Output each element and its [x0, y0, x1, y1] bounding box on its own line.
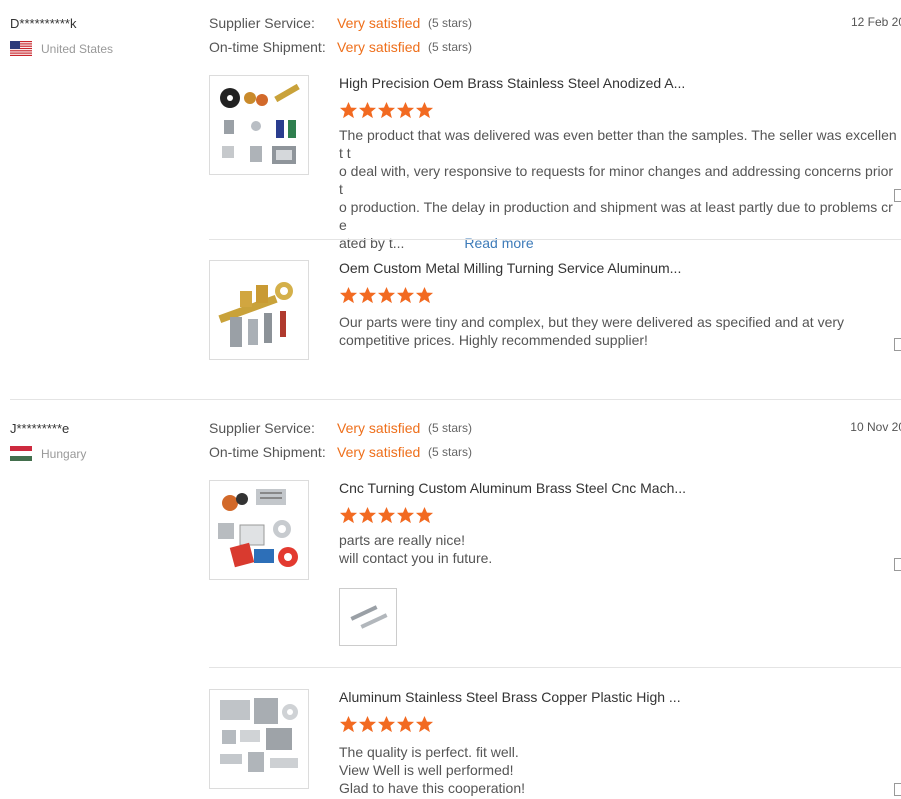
read-more-link[interactable]: Read more — [464, 235, 533, 251]
star-icon — [339, 506, 358, 524]
star-icon — [377, 506, 396, 524]
star-icon — [415, 101, 434, 119]
product-review: High Precision Oem Brass Stainless Steel… — [209, 75, 901, 251]
review-text-line: competitive prices. Highly recommended s… — [339, 332, 648, 348]
reviewer-name: D**********k — [10, 16, 77, 31]
country-name: United States — [41, 41, 114, 56]
review-text-line: o production. The delay in production an… — [339, 199, 893, 233]
hungary-flag-icon — [10, 446, 32, 461]
star-icon — [396, 715, 415, 733]
review-text: Our parts were tiny and complex, but the… — [339, 313, 897, 349]
supplier-service-value: Very satisfied — [337, 15, 421, 31]
translate-icon[interactable] — [894, 189, 901, 202]
star-rating — [339, 286, 434, 305]
product-title-link[interactable]: Oem Custom Metal Milling Turning Service… — [339, 260, 681, 276]
star-icon — [377, 101, 396, 119]
star-icon — [396, 101, 415, 119]
supplier-service-value: Very satisfied — [337, 420, 421, 436]
star-icon — [377, 715, 396, 733]
us-flag-icon — [10, 41, 32, 56]
translate-icon[interactable] — [894, 558, 901, 571]
star-icon — [339, 101, 358, 119]
star-icon — [396, 506, 415, 524]
review-text: The product that was delivered was even … — [339, 126, 897, 252]
product-thumbnail[interactable] — [209, 689, 309, 789]
review-text-line: parts are really nice! — [339, 532, 466, 548]
translate-icon[interactable] — [894, 783, 901, 796]
review-text: parts are really nice! will contact you … — [339, 531, 897, 567]
translate-icon[interactable] — [894, 338, 901, 351]
star-icon — [358, 506, 377, 524]
review-date: 12 Feb 20 — [850, 15, 901, 29]
star-icon — [415, 506, 434, 524]
star-rating — [339, 101, 434, 120]
review-date: 10 Nov 20 — [850, 420, 901, 434]
product-review: Oem Custom Metal Milling Turning Service… — [209, 260, 901, 360]
reviewer-country: Hungary — [10, 446, 86, 461]
reviewer-country: United States — [10, 41, 113, 56]
supplier-service-label: Supplier Service: — [209, 15, 315, 31]
supplier-service-stars: (5 stars) — [428, 16, 473, 30]
star-icon — [358, 286, 377, 304]
shipment-label: On-time Shipment: — [209, 444, 326, 460]
star-icon — [339, 715, 358, 733]
supplier-service-stars: (5 stars) — [428, 421, 473, 435]
supplier-service-label: Supplier Service: — [209, 420, 315, 436]
review-divider — [10, 399, 901, 400]
review-text-line-end: ated by t... — [339, 235, 405, 251]
reviewer-name: J*********e — [10, 421, 70, 436]
review-text-line: Glad to have this cooperation! — [339, 780, 526, 796]
shipment-row: On-time Shipment: Very satisfied (5 star… — [209, 444, 472, 460]
star-icon — [358, 101, 377, 119]
star-icon — [358, 715, 377, 733]
product-title-link[interactable]: Cnc Turning Custom Aluminum Brass Steel … — [339, 480, 686, 496]
shipment-row: On-time Shipment: Very satisfied (5 star… — [209, 39, 472, 55]
product-divider — [209, 667, 901, 668]
star-icon — [415, 715, 434, 733]
review-text-line: ated by t... Read more — [339, 234, 897, 252]
review-text-line: Our parts were tiny and complex, but the… — [339, 314, 845, 330]
country-name: Hungary — [41, 446, 87, 461]
review-text-line: will contact you in future. — [339, 550, 493, 566]
product-thumbnail[interactable] — [209, 480, 309, 580]
shipment-label: On-time Shipment: — [209, 39, 326, 55]
shipment-value: Very satisfied — [337, 39, 421, 55]
product-title-link[interactable]: Aluminum Stainless Steel Brass Copper Pl… — [339, 689, 681, 705]
product-review: Aluminum Stainless Steel Brass Copper Pl… — [209, 689, 901, 799]
star-icon — [396, 286, 415, 304]
product-divider — [209, 239, 901, 240]
review-text-line: View Well is well performed! — [339, 762, 514, 778]
star-icon — [415, 286, 434, 304]
star-icon — [339, 286, 358, 304]
product-thumbnail[interactable] — [209, 75, 309, 175]
product-review: Cnc Turning Custom Aluminum Brass Steel … — [209, 480, 901, 650]
review-text-line: o deal with, very responsive to requests… — [339, 163, 894, 197]
supplier-service-row: Supplier Service: Very satisfied (5 star… — [209, 420, 472, 436]
review-text-line: The product that was delivered was even … — [339, 127, 897, 161]
supplier-service-row: Supplier Service: Very satisfied (5 star… — [209, 15, 472, 31]
review-text-line: The quality is perfect. fit well. — [339, 744, 519, 760]
shipment-stars: (5 stars) — [428, 40, 473, 54]
product-title-link[interactable]: High Precision Oem Brass Stainless Steel… — [339, 75, 685, 91]
star-rating — [339, 715, 434, 734]
shipment-value: Very satisfied — [337, 444, 421, 460]
product-thumbnail[interactable] — [209, 260, 309, 360]
review-photo-attachment[interactable] — [339, 588, 397, 646]
star-rating — [339, 506, 434, 525]
star-icon — [377, 286, 396, 304]
shipment-stars: (5 stars) — [428, 445, 473, 459]
